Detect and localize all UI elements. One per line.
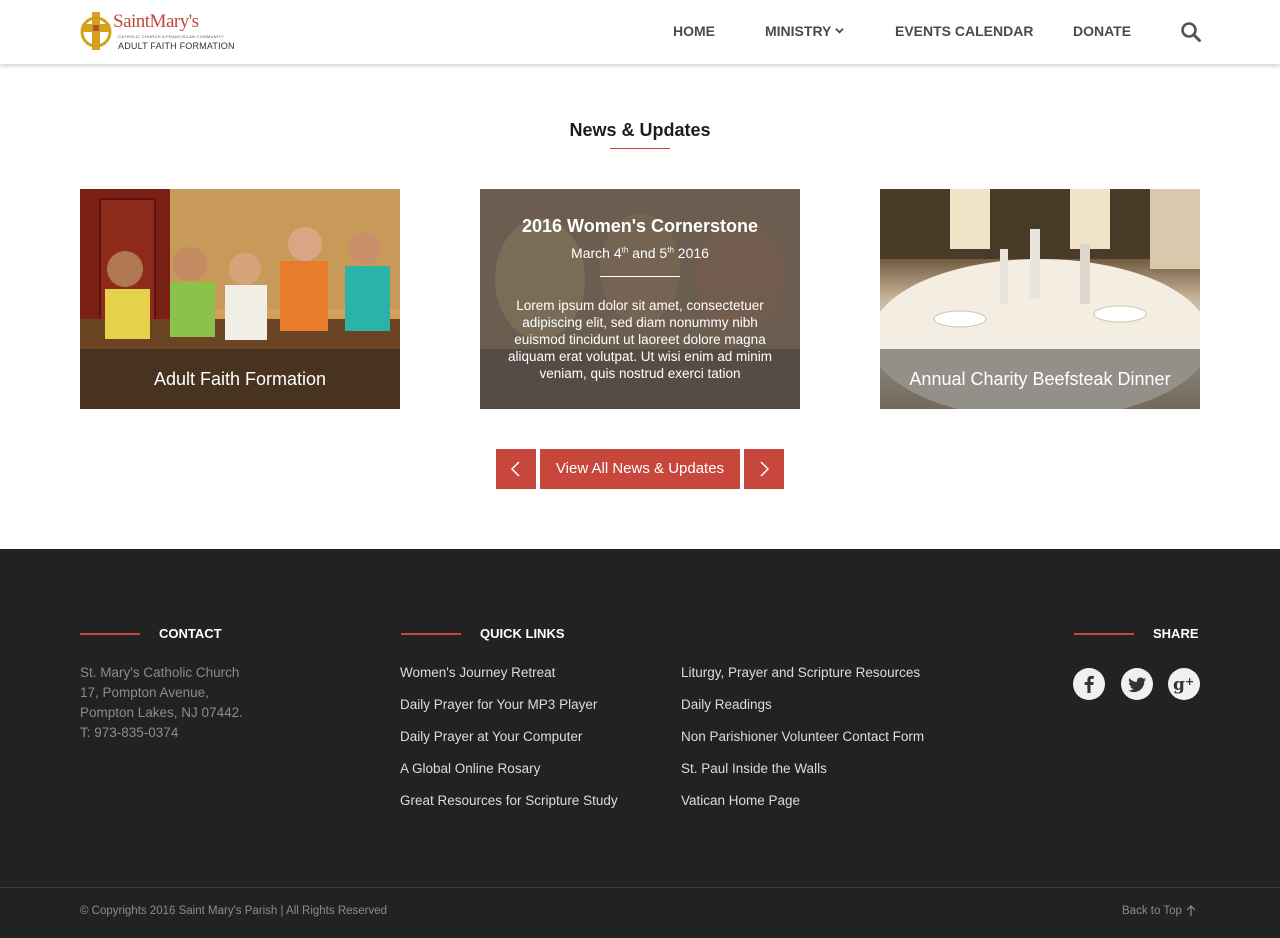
copyright-text: © Copyrights 2016 Saint Mary's Parish | … — [80, 905, 388, 917]
next-button[interactable] — [744, 449, 784, 489]
card-caption: Adult Faith Formation — [80, 349, 400, 409]
logo-subtitle: ADULT FAITH FORMATION — [118, 41, 235, 51]
quick-link[interactable]: Daily Readings — [681, 697, 772, 712]
date-suffix: th — [667, 245, 674, 255]
quick-link[interactable]: A Global Online Rosary — [400, 761, 540, 776]
cross-logo-icon — [80, 12, 112, 50]
footer-divider — [0, 887, 1280, 888]
date-part: and 5 — [628, 245, 668, 261]
logo-tagline: CATHOLIC CHURCH A FRANCISCAN COMMUNITY — [118, 34, 224, 39]
prev-button[interactable] — [496, 449, 536, 489]
twitter-icon[interactable] — [1121, 668, 1153, 700]
quick-link[interactable]: Vatican Home Page — [681, 793, 800, 808]
search-icon[interactable] — [1180, 21, 1202, 43]
date-part: 2016 — [673, 245, 709, 261]
share-heading: SHARE — [1153, 626, 1199, 641]
site-logo[interactable]: SaintMary's CATHOLIC CHURCH A FRANCISCAN… — [80, 9, 235, 55]
site-footer — [0, 549, 1280, 938]
quick-links-heading-rule — [401, 633, 461, 635]
quick-link[interactable]: Daily Prayer for Your MP3 Player — [400, 697, 597, 712]
quick-link[interactable]: Great Resources for Scripture Study — [400, 793, 618, 808]
contact-line: Pompton Lakes, NJ 07442. — [80, 705, 243, 720]
chevron-down-icon — [835, 28, 845, 34]
news-section-title: News & Updates — [569, 120, 711, 140]
quick-link[interactable]: Non Parishioner Volunteer Contact Form — [681, 729, 924, 744]
back-to-top-label: Back to Top — [1122, 905, 1182, 917]
view-all-news-button[interactable]: View All News & Updates — [540, 449, 740, 489]
card2-title: 2016 Women's Cornerstone — [521, 216, 759, 236]
svg-text:g: g — [1173, 675, 1185, 695]
date-part: March 4 — [571, 245, 622, 261]
quick-link[interactable]: St. Paul Inside the Walls — [681, 761, 827, 776]
contact-heading: CONTACT — [159, 626, 222, 641]
logo-name: SaintMary's — [113, 11, 199, 32]
card2-date: March 4th and 5th 2016 — [480, 245, 800, 261]
news-card-adult-faith[interactable]: Adult Faith Formation — [80, 189, 400, 409]
share-heading-rule — [1074, 633, 1134, 635]
site-header: SaintMary's CATHOLIC CHURCH A FRANCISCAN… — [0, 0, 1280, 64]
arrow-up-icon — [1186, 905, 1196, 916]
nav-home[interactable]: HOME — [673, 23, 715, 39]
contact-heading-rule — [80, 633, 140, 635]
chevron-right-icon — [760, 461, 770, 477]
quick-link[interactable]: Daily Prayer at Your Computer — [400, 729, 582, 744]
facebook-icon[interactable] — [1073, 668, 1105, 700]
google-plus-icon[interactable]: g + — [1168, 668, 1200, 700]
svg-text:+: + — [1185, 675, 1194, 688]
nav-ministry[interactable]: MINISTRY — [765, 23, 845, 39]
quick-link[interactable]: Liturgy, Prayer and Scripture Resources — [681, 665, 920, 680]
card2-divider — [600, 276, 680, 277]
quick-link[interactable]: Women's Journey Retreat — [400, 665, 555, 680]
back-to-top-link[interactable]: Back to Top — [1122, 905, 1196, 917]
chevron-left-icon — [510, 461, 520, 477]
news-card-beefsteak-dinner[interactable]: Annual Charity Beefsteak Dinner — [880, 189, 1200, 409]
nav-donate[interactable]: DONATE — [1073, 23, 1131, 39]
contact-phone[interactable]: T: 973-835-0374 — [80, 725, 178, 740]
nav-ministry-label: MINISTRY — [765, 23, 832, 39]
contact-line: 17, Pompton Avenue, — [80, 685, 209, 700]
card2-excerpt: Lorem ipsum dolor sit amet, consectetuer… — [507, 298, 773, 381]
nav-events-calendar[interactable]: EVENTS CALENDAR — [895, 23, 1033, 39]
contact-line: St. Mary's Catholic Church — [80, 665, 240, 680]
card-caption: Annual Charity Beefsteak Dinner — [880, 349, 1200, 409]
quick-links-heading: QUICK LINKS — [480, 626, 565, 641]
title-divider — [610, 148, 670, 149]
